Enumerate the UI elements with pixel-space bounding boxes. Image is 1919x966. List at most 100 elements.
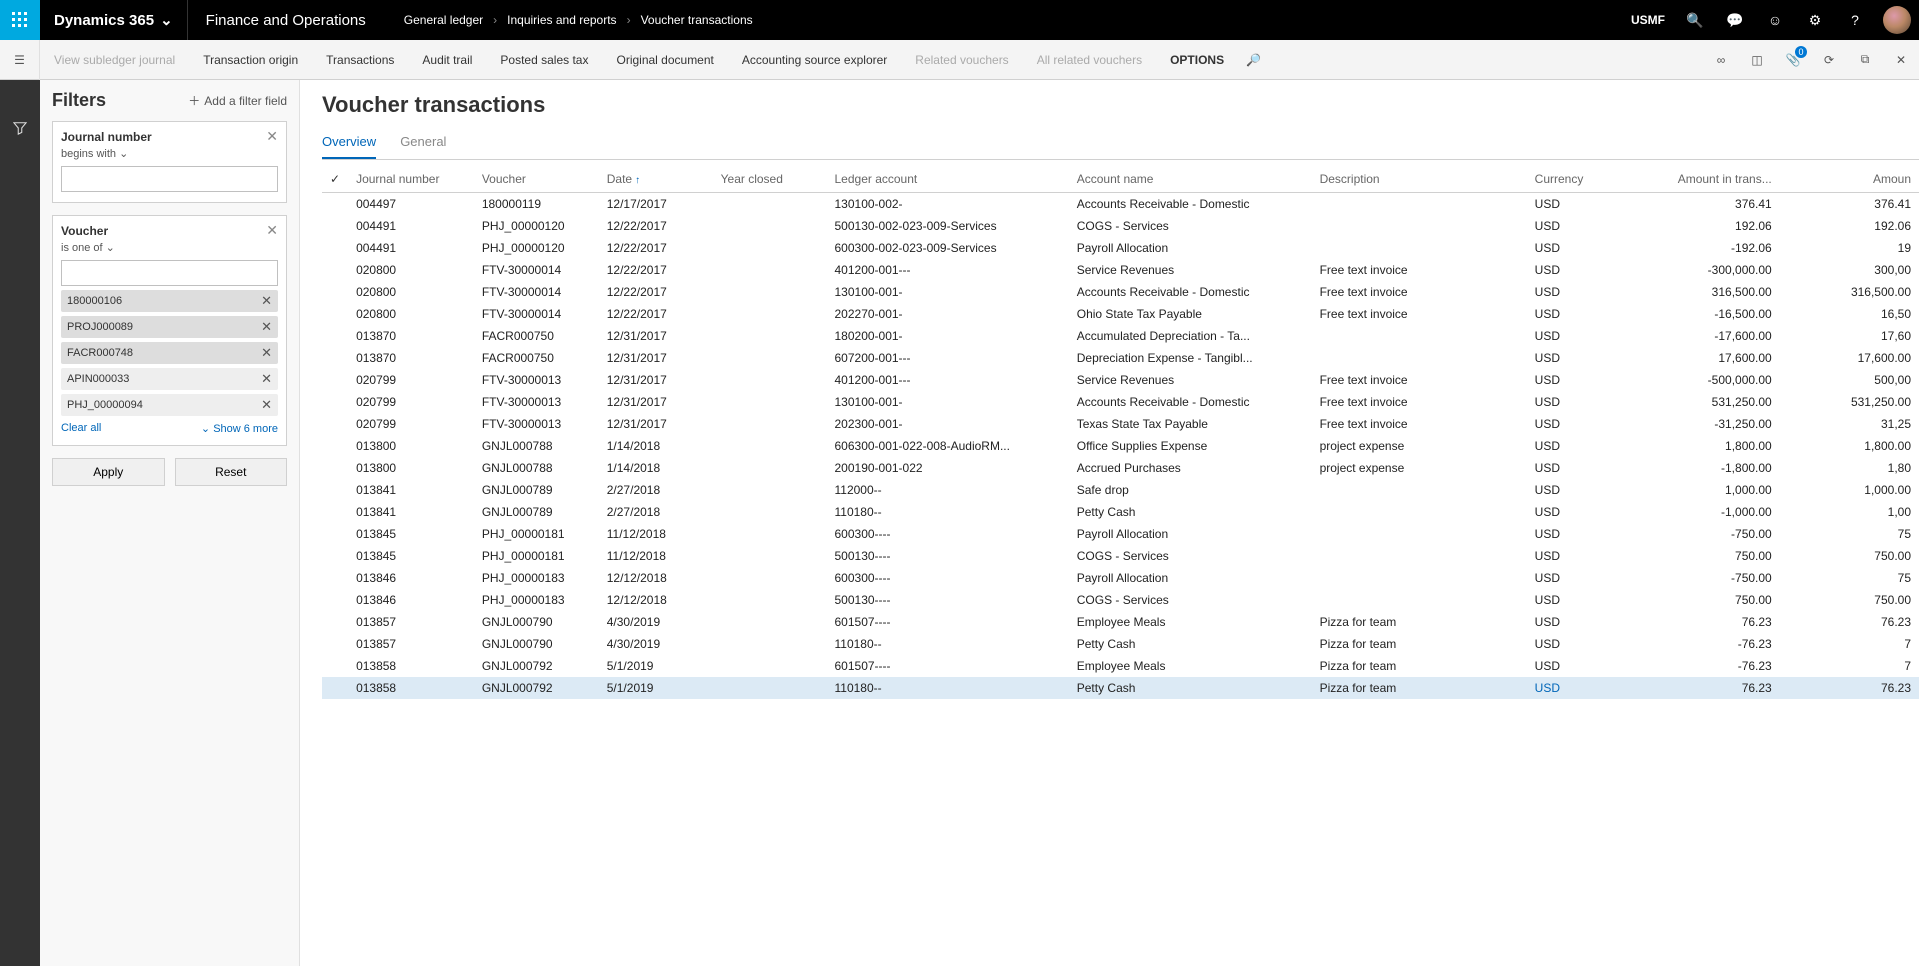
col-header[interactable]: Voucher [474, 166, 599, 193]
close-icon[interactable]: ✕ [261, 345, 272, 361]
col-header[interactable]: Journal number [348, 166, 474, 193]
voucher-input[interactable] [61, 260, 278, 286]
col-header[interactable]: Currency [1527, 166, 1628, 193]
messages-icon[interactable]: 💬 [1715, 0, 1755, 40]
table-row[interactable]: 013800GNJL0007881/14/2018200190-001-022A… [322, 457, 1919, 479]
action-accounting-source-explorer[interactable]: Accounting source explorer [728, 40, 901, 80]
waffle-icon[interactable] [0, 0, 40, 40]
chip-label: APIN000033 [67, 373, 129, 385]
table-row[interactable]: 013841GNJL0007892/27/2018112000--Safe dr… [322, 479, 1919, 501]
tab-overview[interactable]: Overview [322, 128, 376, 159]
table-row[interactable]: 013870FACR00075012/31/2017180200-001-Acc… [322, 325, 1919, 347]
table-row[interactable]: 020799FTV-3000001312/31/2017401200-001--… [322, 369, 1919, 391]
table-row[interactable]: 00449718000011912/17/2017130100-002-Acco… [322, 193, 1919, 216]
chevron-down-icon: ⌄ [106, 242, 115, 254]
filter-chip[interactable]: APIN000033 ✕ [61, 368, 278, 390]
filter-icon[interactable] [0, 110, 40, 146]
table-row[interactable]: 020799FTV-3000001312/31/2017130100-001-A… [322, 391, 1919, 413]
link-icon[interactable]: ∞ [1703, 40, 1739, 80]
reset-button[interactable]: Reset [175, 458, 288, 486]
filter-operator[interactable]: is one of ⌄ [61, 241, 278, 254]
tab-general[interactable]: General [400, 128, 446, 159]
close-icon[interactable]: ✕ [261, 371, 272, 387]
action-posted-sales-tax[interactable]: Posted sales tax [486, 40, 602, 80]
filter-name: Journal number [61, 130, 152, 144]
table-row[interactable]: 020800FTV-3000001412/22/2017130100-001-A… [322, 281, 1919, 303]
close-icon[interactable]: ✕ [1883, 40, 1919, 80]
close-icon[interactable]: ✕ [261, 319, 272, 335]
filter-name: Voucher [61, 224, 108, 238]
col-header[interactable]: Description [1312, 166, 1527, 193]
filter-chip[interactable]: FACR000748✕ [61, 342, 278, 364]
close-icon[interactable]: ✕ [261, 397, 272, 413]
brand-menu[interactable]: Dynamics 365 ⌄ [40, 0, 188, 40]
crumb-1[interactable]: Inquiries and reports [507, 13, 616, 27]
avatar[interactable] [1883, 6, 1911, 34]
col-header[interactable]: Ledger account [827, 166, 1069, 193]
add-filter-button[interactable]: ＋ Add a filter field [188, 92, 287, 109]
table-row[interactable]: 013857GNJL0007904/30/2019110180--Petty C… [322, 633, 1919, 655]
apply-button[interactable]: Apply [52, 458, 165, 486]
action-audit-trail[interactable]: Audit trail [408, 40, 486, 80]
col-header[interactable]: Year closed [713, 166, 827, 193]
col-header[interactable]: Amoun [1780, 166, 1919, 193]
table-row[interactable]: 013857GNJL0007904/30/2019601507----Emplo… [322, 611, 1919, 633]
popout-icon[interactable]: ⧉ [1847, 40, 1883, 80]
table-row[interactable]: 013846PHJ_0000018312/12/2018500130----CO… [322, 589, 1919, 611]
action-transaction-origin[interactable]: Transaction origin [189, 40, 312, 80]
attachments-icon[interactable]: 📎0 [1775, 40, 1811, 80]
close-icon[interactable]: ✕ [266, 222, 278, 239]
table-row[interactable]: 013870FACR00075012/31/2017607200-001---D… [322, 347, 1919, 369]
table-row[interactable]: 013845PHJ_0000018111/12/2018500130----CO… [322, 545, 1919, 567]
add-filter-label: Add a filter field [204, 94, 287, 108]
col-header[interactable]: Amount in trans... [1628, 166, 1780, 193]
table-row[interactable]: 013845PHJ_0000018111/12/2018600300----Pa… [322, 523, 1919, 545]
data-grid[interactable]: ✓Journal numberVoucherDate↑Year closedLe… [322, 166, 1919, 966]
table-row[interactable]: 004491PHJ_0000012012/22/2017500130-002-0… [322, 215, 1919, 237]
smiley-icon[interactable]: ☺ [1755, 0, 1795, 40]
table-row[interactable]: 013858GNJL0007925/1/2019601507----Employ… [322, 655, 1919, 677]
col-header[interactable]: Account name [1069, 166, 1312, 193]
close-icon[interactable]: ✕ [261, 293, 272, 309]
chip-label: 180000106 [67, 295, 122, 307]
office-icon[interactable]: ◫ [1739, 40, 1775, 80]
filter-chip[interactable]: 180000106 ✕ [61, 290, 278, 312]
clear-all-link[interactable]: Clear all [61, 422, 101, 435]
breadcrumb: General ledger› Inquiries and reports› V… [404, 13, 753, 27]
help-icon[interactable]: ? [1835, 0, 1875, 40]
crumb-0[interactable]: General ledger [404, 13, 483, 27]
col-header[interactable]: Date↑ [599, 166, 713, 193]
show-more-link[interactable]: ⌄ Show 6 more [201, 422, 278, 435]
table-row[interactable]: 013846PHJ_0000018312/12/2018600300----Pa… [322, 567, 1919, 589]
company-picker[interactable]: USMF [1621, 13, 1675, 27]
action-transactions[interactable]: Transactions [312, 40, 408, 80]
action-view-subledger-journal: View subledger journal [40, 40, 189, 80]
brand-label: Dynamics 365 [54, 12, 154, 29]
nav-rail [0, 80, 40, 966]
table-row[interactable]: 020800FTV-3000001412/22/2017202270-001-O… [322, 303, 1919, 325]
chevron-down-icon: ⌄ [160, 11, 173, 29]
chip-label: PROJ000089 [67, 321, 133, 333]
table-row[interactable]: 013841GNJL0007892/27/2018110180--Petty C… [322, 501, 1919, 523]
table-row[interactable]: 020799FTV-3000001312/31/2017202300-001-T… [322, 413, 1919, 435]
journal-number-input[interactable] [61, 166, 278, 192]
refresh-icon[interactable]: ⟳ [1811, 40, 1847, 80]
action-original-document[interactable]: Original document [602, 40, 727, 80]
table-row[interactable]: 020800FTV-3000001412/22/2017401200-001--… [322, 259, 1919, 281]
crumb-2[interactable]: Voucher transactions [641, 13, 753, 27]
tabs: Overview General [322, 128, 1919, 160]
hamburger-icon[interactable]: ☰ [0, 40, 40, 80]
filter-operator[interactable]: begins with ⌄ [61, 147, 278, 160]
table-row[interactable]: 004491PHJ_0000012012/22/2017600300-002-0… [322, 237, 1919, 259]
table-row[interactable]: 013800GNJL0007881/14/2018606300-001-022-… [322, 435, 1919, 457]
select-all-checkbox[interactable]: ✓ [322, 166, 348, 193]
search-icon[interactable]: 🔍 [1675, 0, 1715, 40]
close-icon[interactable]: ✕ [266, 128, 278, 145]
search-icon[interactable]: 🔎 [1238, 40, 1269, 80]
options-menu[interactable]: OPTIONS [1156, 40, 1238, 80]
filter-chip[interactable]: PHJ_00000094✕ [61, 394, 278, 416]
filter-chip[interactable]: PROJ000089 ✕ [61, 316, 278, 338]
chevron-down-icon: ⌄ [201, 423, 210, 435]
table-row[interactable]: 013858GNJL0007925/1/2019110180--Petty Ca… [322, 677, 1919, 699]
gear-icon[interactable]: ⚙ [1795, 0, 1835, 40]
